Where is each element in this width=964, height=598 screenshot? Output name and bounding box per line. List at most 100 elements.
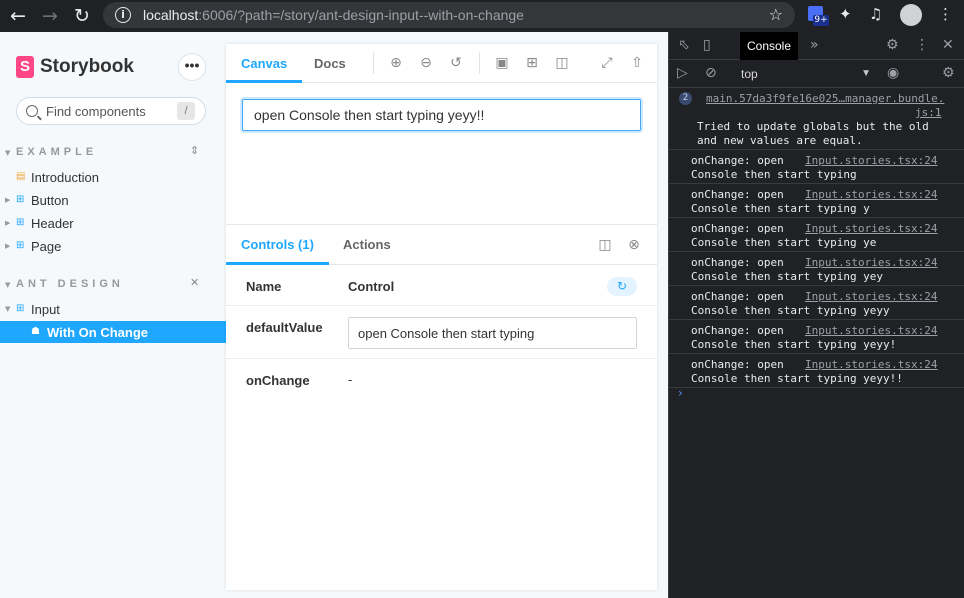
sidebar-item-with-on-change[interactable]: ☗ With On Change	[0, 321, 226, 343]
message-text: onChange: open	[691, 188, 784, 201]
brand-name: Storybook	[40, 56, 134, 77]
arg-name: onChange	[246, 373, 310, 388]
background-image-icon[interactable]: ▣	[494, 55, 510, 71]
sidebar-toggle-icon[interactable]: ▷	[677, 65, 688, 81]
storybook-logo[interactable]: S Storybook	[16, 56, 134, 78]
back-arrow-icon[interactable]: ←	[6, 4, 30, 28]
context-selector[interactable]: top ▼	[735, 60, 871, 88]
arg-name: defaultValue	[246, 320, 323, 335]
share-icon[interactable]: ⇧	[629, 55, 645, 71]
message-source-link[interactable]: Input.stories.tsx:24	[805, 358, 937, 372]
expand-collapse-icon[interactable]: ✕	[190, 276, 199, 289]
bookmark-icon: ☗	[31, 326, 40, 337]
search-input[interactable]	[46, 103, 176, 119]
sidebar-item-button[interactable]: ▶ ⊞ Button	[0, 189, 226, 211]
sidebar-item-page[interactable]: ▶ ⊞ Page	[0, 235, 226, 257]
zoom-in-icon[interactable]: ⊕	[388, 55, 404, 71]
group-title-ant-design[interactable]: ANT DESIGN	[16, 278, 124, 290]
sidebar-item-label: With On Change	[47, 324, 148, 340]
message-text: onChange: open	[691, 222, 784, 235]
message-source-link[interactable]: Input.stories.tsx:24	[805, 188, 937, 202]
message-source-link[interactable]: Input.stories.tsx:24	[805, 222, 937, 236]
message-source-link[interactable]: main.57da3f9fe16e025…manager.bundle.	[706, 92, 944, 106]
search-shortcut-key: /	[177, 102, 195, 120]
panel-layout-icon[interactable]: ◫	[597, 237, 613, 253]
message-text: onChange: open	[691, 154, 784, 167]
more-tabs-icon[interactable]: »	[810, 37, 819, 53]
clear-console-icon[interactable]: ⊘	[705, 65, 717, 81]
message-source-link[interactable]: Input.stories.tsx:24	[805, 256, 937, 270]
more-options-button[interactable]: •••	[178, 53, 206, 81]
default-value-textarea[interactable]: open Console then start typing	[348, 317, 637, 349]
repeat-count-badge: 2	[679, 92, 692, 105]
gear-icon[interactable]: ⚙	[886, 37, 899, 53]
tab-console[interactable]: Console	[740, 32, 798, 60]
browser-toolbar: ← → ↻ i localhost:6006/?path=/story/ant-…	[0, 0, 964, 32]
outline-icon[interactable]: ◫	[554, 55, 570, 71]
address-bar[interactable]: i localhost:6006/?path=/story/ant-design…	[103, 2, 795, 28]
site-info-icon[interactable]: i	[115, 7, 131, 23]
component-icon: ⊞	[16, 303, 25, 314]
close-panel-icon[interactable]: ⊗	[626, 237, 642, 253]
zoom-reset-icon[interactable]: ↺	[448, 55, 464, 71]
close-icon[interactable]: ✕	[942, 37, 954, 53]
console-message: onChange: open Input.stories.tsx:24 Consol…	[669, 286, 964, 320]
search-box[interactable]: /	[16, 97, 206, 125]
sidebar-item-input[interactable]: ▼ ⊞ Input	[0, 298, 226, 320]
sidebar-item-introduction[interactable]: ▤ Introduction	[0, 166, 226, 188]
args-table-header: Name Control ↻	[226, 265, 657, 306]
console-message: 2 main.57da3f9fe16e025…manager.bundle. j…	[669, 88, 964, 150]
console-message: onChange: open Input.stories.tsx:24 Consol…	[669, 252, 964, 286]
console-message: onChange: open Input.stories.tsx:24 Consol…	[669, 150, 964, 184]
reload-icon[interactable]: ↻	[70, 4, 94, 28]
extensions-puzzle-icon[interactable]: ✦	[839, 5, 852, 27]
console-prompt-icon[interactable]: ›	[678, 386, 683, 400]
reset-controls-button[interactable]: ↻	[607, 277, 637, 296]
sidebar-item-label: Introduction	[31, 169, 99, 185]
zoom-out-icon[interactable]: ⊖	[418, 55, 434, 71]
extension-badge: 9+	[813, 15, 829, 26]
chevron-down-icon[interactable]: ▼	[5, 149, 10, 157]
message-text: onChange: open	[691, 324, 784, 337]
dropdown-arrow-icon: ▼	[861, 68, 871, 79]
grid-icon[interactable]: ⊞	[524, 55, 540, 71]
tab-actions[interactable]: Actions	[328, 225, 406, 265]
media-control-icon[interactable]: ♫	[869, 5, 882, 27]
message-source-link[interactable]: Input.stories.tsx:24	[805, 154, 937, 168]
extension-icon[interactable]: 9+	[806, 5, 829, 27]
chevron-right-icon: ▶	[5, 242, 11, 250]
devtools-panel: ⬁ ▯ Console » ⚙ ⋮ ✕ ▷ ⊘ top ▼ ◉ ⚙ 2 main…	[668, 32, 964, 598]
message-text: and new values are equal.	[697, 134, 863, 147]
console-settings-gear-icon[interactable]: ⚙	[942, 65, 955, 81]
expand-collapse-icon[interactable]: ⇕	[190, 144, 199, 157]
devtools-tabbar: ⬁ ▯ Console » ⚙ ⋮ ✕	[669, 32, 964, 60]
tab-controls[interactable]: Controls (1)	[226, 225, 329, 265]
message-source-link[interactable]: Input.stories.tsx:24	[805, 324, 937, 338]
sidebar-item-header[interactable]: ▶ ⊞ Header	[0, 212, 226, 234]
sidebar-item-label: Header	[31, 215, 74, 231]
url-path: :6006/?path=/story/ant-design-input--wit…	[198, 7, 524, 23]
console-message: onChange: open Input.stories.tsx:24 Consol…	[669, 354, 964, 388]
chevron-right-icon: ▶	[5, 196, 11, 204]
chevron-down-icon[interactable]: ▼	[5, 281, 10, 289]
message-source-link[interactable]: Input.stories.tsx:24	[805, 290, 937, 304]
eye-icon[interactable]: ◉	[887, 65, 899, 81]
profile-avatar[interactable]	[900, 4, 922, 26]
device-toolbar-icon[interactable]: ▯	[703, 37, 711, 53]
bookmark-star-icon[interactable]: ☆	[769, 5, 783, 24]
component-icon: ⊞	[16, 217, 25, 228]
fullscreen-icon[interactable]: ⤢	[599, 55, 615, 71]
sidebar-item-label: Page	[31, 238, 62, 254]
story-text-input[interactable]	[242, 99, 641, 131]
forward-arrow-icon[interactable]: →	[38, 4, 62, 28]
url-host: localhost	[143, 7, 199, 23]
tab-docs[interactable]: Docs	[299, 44, 361, 83]
inspect-element-icon[interactable]: ⬁	[678, 37, 690, 53]
group-title-example[interactable]: EXAMPLE	[16, 146, 97, 158]
tab-canvas[interactable]: Canvas	[226, 44, 303, 83]
browser-menu-icon[interactable]: ⋮	[938, 5, 953, 27]
message-source-link[interactable]: js:1	[915, 106, 942, 120]
sidebar-item-label: Button	[31, 192, 69, 208]
console-message: onChange: open Input.stories.tsx:24 Consol…	[669, 218, 964, 252]
devtools-menu-icon[interactable]: ⋮	[915, 37, 929, 53]
